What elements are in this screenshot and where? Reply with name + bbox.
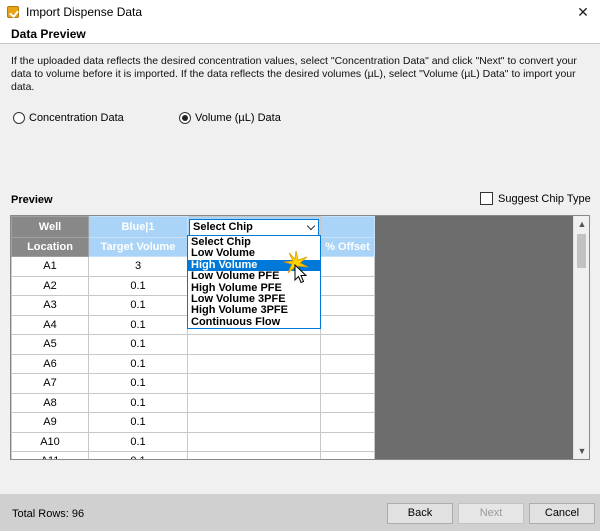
page-title: Data Preview [11,27,86,41]
cell-location[interactable]: A8 [11,392,89,413]
cell-target-volume[interactable]: 0.1 [88,451,188,459]
table-row[interactable]: A7 0.1 [11,373,375,394]
cell-offset[interactable] [320,314,375,335]
mouse-pointer-icon [294,264,308,284]
radio-label: Volume (µL) Data [195,112,281,124]
cell-offset[interactable] [320,334,375,355]
cancel-button[interactable]: Cancel [529,503,595,524]
table-row[interactable]: A5 0.1 [11,334,375,355]
preview-label: Preview [11,194,53,206]
cell-location[interactable]: A1 [11,256,89,277]
cell-location[interactable]: A6 [11,353,89,374]
cell-location[interactable]: A3 [11,295,89,316]
cell-location[interactable]: A10 [11,431,89,452]
radio-concentration-data[interactable]: Concentration Data [13,112,124,124]
cell-target-volume[interactable]: 0.1 [88,431,188,452]
table-row[interactable]: A110.1 [11,451,375,459]
cell-offset[interactable] [320,431,375,452]
next-button[interactable]: Next [458,503,524,524]
back-button[interactable]: Back [387,503,453,524]
radio-volume-data[interactable]: Volume (µL) Data [179,112,281,124]
footer-bar: Total Rows: 96 Back Next Cancel [0,494,600,531]
cell-chip[interactable] [187,392,321,413]
checkbox-label: Suggest Chip Type [498,192,591,205]
suggest-chip-type-checkbox[interactable]: Suggest Chip Type [480,192,591,205]
cell-target-volume[interactable]: 0.1 [88,275,188,296]
vertical-scrollbar[interactable]: ▲ ▼ [573,216,589,459]
app-icon [7,6,19,18]
header-percent-offset: % Offset [320,237,375,257]
radio-circle-checked-icon[interactable] [179,112,191,124]
table-row[interactable]: A9 0.1 [11,412,375,433]
cell-chip[interactable] [187,451,321,459]
cell-location[interactable]: A9 [11,412,89,433]
cell-chip[interactable] [187,431,321,452]
cell-target-volume[interactable]: 3 [88,256,188,277]
table-row[interactable]: A6 0.1 [11,353,375,374]
cell-target-volume[interactable]: 0.1 [88,334,188,355]
cell-location[interactable]: A5 [11,334,89,355]
chip-select-dropdown[interactable]: Select Chip [189,218,319,236]
scroll-thumb[interactable] [577,234,586,268]
title-bar: Import Dispense Data ✕ [0,0,600,24]
cell-target-volume[interactable]: 0.1 [88,373,188,394]
window-title: Import Dispense Data [26,5,143,19]
cell-target-volume[interactable]: 0.1 [88,392,188,413]
cell-location[interactable]: A2 [11,275,89,296]
cell-location[interactable]: A4 [11,314,89,335]
cell-offset[interactable] [320,353,375,374]
total-rows-label: Total Rows: 96 [12,508,85,520]
close-button[interactable]: ✕ [566,0,600,24]
description-text: If the uploaded data reflects the desire… [11,55,577,93]
cell-chip[interactable] [187,334,321,355]
header-location: Location [11,237,89,257]
table-row[interactable]: A8 0.1 [11,392,375,413]
checkbox-box-icon[interactable] [480,192,493,205]
radio-label: Concentration Data [29,112,124,124]
cell-target-volume[interactable]: 0.1 [88,314,188,335]
header-offset-blank [320,216,375,238]
cell-chip[interactable] [187,412,321,433]
header-well: Well [11,216,89,238]
cell-offset[interactable] [320,392,375,413]
chevron-down-icon [306,221,316,230]
chip-select-value: Select Chip [193,220,253,233]
header-blue-1: Blue|1 [88,216,188,238]
cell-target-volume[interactable]: 0.1 [88,412,188,433]
dropdown-option[interactable]: Continuous Flow [188,316,320,328]
cell-offset[interactable] [320,256,375,277]
header-target-volume: Target Volume [88,237,188,257]
cell-offset[interactable] [320,412,375,433]
cell-offset[interactable] [320,295,375,316]
table-row[interactable]: A10 0.1 [11,431,375,452]
cell-offset[interactable] [320,275,375,296]
cell-offset[interactable] [320,373,375,394]
cell-chip[interactable] [187,353,321,374]
scroll-up-icon[interactable]: ▲ [574,216,589,232]
cell-location[interactable]: A11 [11,451,89,459]
radio-circle-icon[interactable] [13,112,25,124]
cell-chip[interactable] [187,373,321,394]
cell-offset[interactable] [320,451,375,459]
header-band: Data Preview [0,24,600,44]
cell-location[interactable]: A7 [11,373,89,394]
scroll-down-icon[interactable]: ▼ [574,443,589,459]
cell-target-volume[interactable]: 0.1 [88,353,188,374]
cell-target-volume[interactable]: 0.1 [88,295,188,316]
